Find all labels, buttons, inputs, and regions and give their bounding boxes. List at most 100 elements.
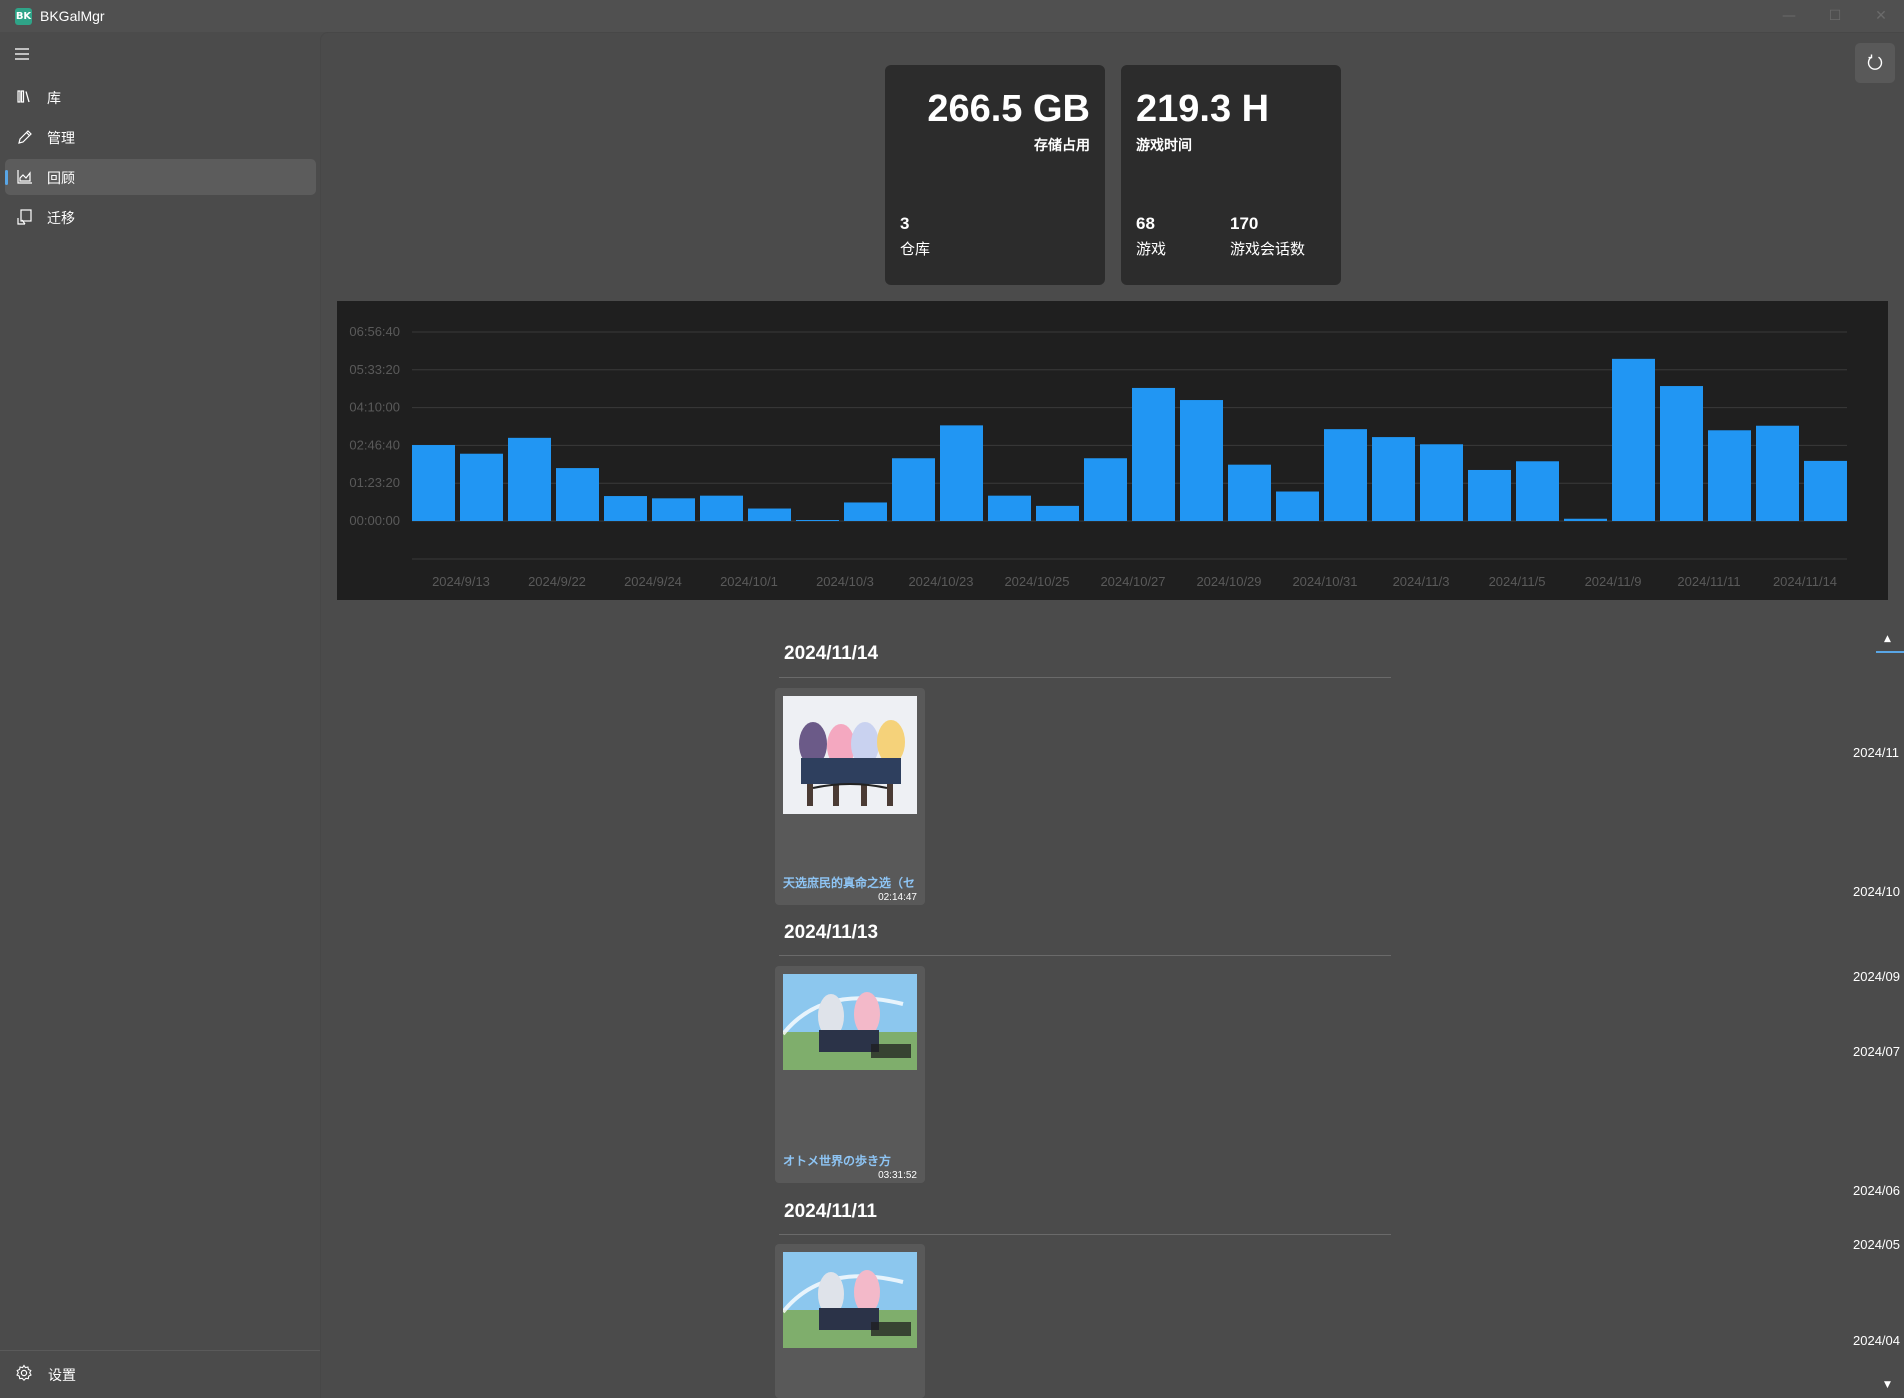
chart-x-tick-label: 2024/10/31 — [1292, 574, 1357, 589]
chart-bar[interactable] — [508, 437, 551, 521]
storage-value: 266.5 GB — [927, 88, 1090, 130]
chart-bar[interactable] — [1276, 491, 1319, 521]
game-cover-image — [783, 696, 917, 814]
chart-bar[interactable] — [1132, 387, 1175, 521]
storage-stat-card: 266.5 GB 存储占用 3 仓库 — [885, 65, 1105, 285]
game-title: 天选庶民的真命之选（セ — [783, 876, 916, 890]
chart-bar[interactable] — [748, 508, 791, 521]
session-count: 170 — [1230, 214, 1259, 233]
chart-bar[interactable] — [556, 468, 599, 521]
chart-canvas: 00:00:00 01:23:20 02:46:40 04:10:00 05:33:20… — [349, 324, 1847, 589]
game-session-card[interactable]: オトメ世界の歩き方 03:31:52 — [775, 966, 925, 1183]
chart-bar[interactable] — [1516, 461, 1559, 521]
chart-bar[interactable] — [1180, 400, 1223, 521]
session-duration: 03:31:52 — [878, 1170, 917, 1181]
chart-bar[interactable] — [796, 520, 839, 521]
chart-y-tick-label: 02:46:40 — [349, 437, 400, 452]
chart-y-tick-label: 05:33:20 — [349, 362, 400, 377]
date-divider — [779, 955, 1391, 956]
chart-x-tick-label: 2024/10/3 — [816, 574, 874, 589]
timeline-month-label[interactable]: 2024/10 — [1853, 884, 1900, 899]
game-session-card[interactable] — [775, 1244, 925, 1398]
pencil-icon — [16, 128, 34, 146]
sidebar-item-label: 管理 — [47, 130, 75, 146]
chart-bar[interactable] — [844, 502, 887, 521]
timeline-month-label[interactable]: 2024/04 — [1853, 1333, 1900, 1348]
chart-bar[interactable] — [1468, 469, 1511, 521]
game-session-card[interactable]: 天选庶民的真命之选（セ 02:14:47 — [775, 688, 925, 905]
chart-bar[interactable] — [1804, 460, 1847, 521]
chart-bar[interactable] — [1756, 425, 1799, 521]
chart-bar[interactable] — [604, 496, 647, 521]
repo-count: 3 — [900, 214, 910, 233]
chart-y-tick-label: 04:10:00 — [349, 400, 400, 415]
session-duration: 02:14:47 — [878, 892, 917, 903]
game-title: オトメ世界の歩き方 — [783, 1154, 892, 1168]
sidebar-item-label: 迁移 — [47, 210, 75, 226]
timeline-month-label[interactable]: 2024/11 — [1853, 745, 1899, 760]
timeline-month-label[interactable]: 2024/05 — [1853, 1237, 1900, 1252]
chart-bar[interactable] — [1612, 358, 1655, 521]
timeline-position-indicator[interactable] — [1876, 651, 1904, 653]
chart-bar[interactable] — [1660, 386, 1703, 521]
maximize-button[interactable]: ☐ — [1812, 0, 1858, 32]
chart-bar[interactable] — [700, 495, 743, 521]
chart-x-tick-label: 2024/9/13 — [432, 574, 490, 589]
chart-bar[interactable] — [1324, 429, 1367, 521]
chart-bar[interactable] — [1084, 458, 1127, 521]
game-cover-image — [783, 974, 917, 1070]
chart-x-tick-label: 2024/11/5 — [1489, 574, 1546, 589]
date-divider — [779, 1234, 1391, 1235]
scroll-up-arrow-icon[interactable]: ▲ — [1884, 634, 1891, 644]
playtime-value: 219.3 H — [1136, 88, 1270, 130]
game-label: 游戏 — [1136, 241, 1167, 258]
sidebar-item-settings[interactable]: 设置 — [0, 1356, 320, 1392]
chart-bar[interactable] — [1036, 505, 1079, 521]
chart-bar[interactable] — [1420, 444, 1463, 521]
close-button[interactable]: ✕ — [1858, 0, 1904, 32]
playtime-stat-card: 219.3 H 游戏时间 68 游戏 170 游戏会话数 — [1121, 65, 1341, 285]
date-divider — [779, 677, 1391, 678]
selection-indicator — [5, 170, 8, 185]
timeline-month-label[interactable]: 2024/07 — [1853, 1044, 1900, 1059]
settings-label: 设置 — [48, 1367, 76, 1383]
scroll-down-arrow-icon[interactable]: ▼ — [1884, 1380, 1891, 1390]
chart-bar[interactable] — [1372, 437, 1415, 521]
chart-y-tick-label: 06:56:40 — [349, 324, 400, 339]
chart-x-tick-label: 2024/11/14 — [1773, 574, 1837, 589]
minimize-button[interactable]: — — [1766, 0, 1812, 32]
date-header: 2024/11/11 — [784, 1201, 877, 1222]
sidebar-item-migrate[interactable]: 迁移 — [5, 199, 316, 235]
sidebar-item-label: 库 — [47, 90, 61, 106]
repo-label: 仓库 — [900, 241, 931, 258]
chart-bar[interactable] — [1228, 464, 1271, 521]
chart-icon — [16, 168, 34, 186]
app-logo-icon: BK — [15, 7, 32, 25]
chart-bar[interactable] — [412, 445, 455, 521]
timeline-month-label[interactable]: 2024/06 — [1853, 1183, 1900, 1198]
chart-bar[interactable] — [652, 498, 695, 521]
chart-bar[interactable] — [1708, 430, 1751, 521]
sidebar-item-review[interactable]: 回顾 — [5, 159, 316, 195]
sidebar-item-manage[interactable]: 管理 — [5, 119, 316, 155]
chart-bar[interactable] — [940, 425, 983, 521]
chart-x-tick-label: 2024/9/22 — [528, 574, 586, 589]
hamburger-menu-icon[interactable] — [14, 46, 34, 62]
refresh-icon — [1867, 54, 1883, 70]
playtime-label: 游戏时间 — [1136, 137, 1192, 153]
refresh-button[interactable] — [1855, 43, 1895, 83]
chart-y-tick-label: 01:23:20 — [349, 475, 400, 490]
window-controls: — ☐ ✕ — [1766, 0, 1904, 32]
timeline-month-label[interactable]: 2024/09 — [1853, 969, 1900, 984]
chart-bar[interactable] — [988, 495, 1031, 521]
chart-bar[interactable] — [892, 458, 935, 521]
chart-x-tick-label: 2024/10/1 — [720, 574, 778, 589]
sidebar-item-library[interactable]: 库 — [5, 79, 316, 115]
chart-x-tick-label: 2024/11/3 — [1393, 574, 1450, 589]
storage-label: 存储占用 — [1034, 137, 1090, 153]
chart-bar[interactable] — [460, 453, 503, 521]
playtime-chart: 00:00:00 01:23:20 02:46:40 04:10:00 05:33:20… — [337, 301, 1888, 600]
chart-x-tick-label: 2024/9/24 — [624, 574, 682, 589]
chart-x-tick-label: 2024/11/9 — [1585, 574, 1642, 589]
chart-bar[interactable] — [1564, 518, 1607, 521]
